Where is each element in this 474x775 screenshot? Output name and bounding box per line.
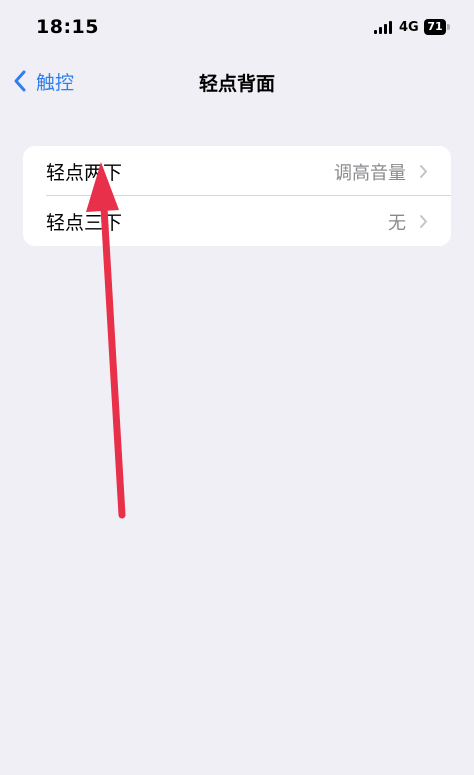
battery-icon: 71: [424, 19, 451, 35]
chevron-right-icon: [420, 165, 427, 178]
status-time: 18:15: [36, 16, 99, 38]
triple-tap-row[interactable]: 轻点三下 无: [23, 196, 451, 246]
back-tap-settings-group: 轻点两下 调高音量 轻点三下 无: [23, 146, 451, 246]
network-type-label: 4G: [399, 20, 419, 35]
chevron-right-icon: [420, 215, 427, 228]
status-bar: 18:15 4G 71: [0, 0, 474, 56]
cellular-signal-icon: [374, 21, 394, 34]
double-tap-value: 调高音量: [334, 163, 406, 184]
double-tap-label: 轻点两下: [46, 162, 123, 184]
battery-level: 71: [424, 19, 446, 35]
double-tap-row[interactable]: 轻点两下 调高音量: [23, 146, 451, 196]
triple-tap-label: 轻点三下: [46, 212, 123, 234]
red-arrow-annotation: [86, 162, 126, 519]
triple-tap-value: 无: [388, 213, 406, 234]
navigation-bar: 触控 轻点背面: [0, 56, 474, 106]
page-title: 轻点背面: [198, 73, 275, 95]
